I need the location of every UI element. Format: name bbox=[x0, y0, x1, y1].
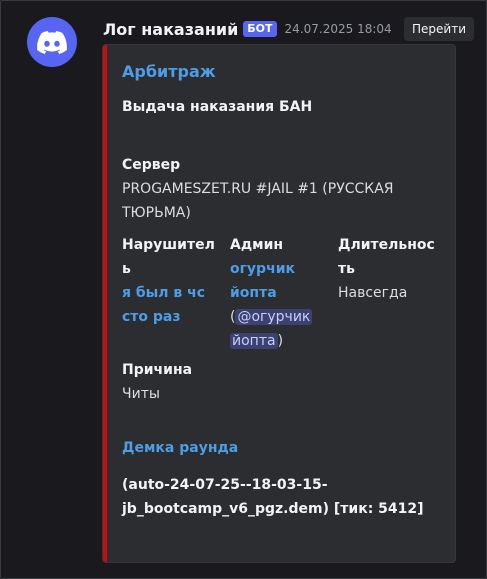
demo-filename: (auto-24-07-25--18-03-15- jb_bootcamp_v6… bbox=[122, 473, 432, 521]
admin-link-line1[interactable]: огурчик bbox=[230, 257, 330, 281]
field-server: Сервер PROGAMESZET.RU #JAIL #1 (РУССКАЯ … bbox=[122, 153, 442, 225]
demo-filename-line2: jb_bootcamp_v6_pgz.dem) [тик: 5412] bbox=[122, 501, 424, 517]
field-duration-name-line2: ть bbox=[338, 261, 355, 277]
admin-mention-line1[interactable]: @огурчик bbox=[235, 309, 313, 325]
field-admin: Админ огурчик йопта (@огурчик йопта) bbox=[230, 233, 330, 353]
field-reason-value: Читы bbox=[122, 386, 160, 402]
embed-accent-bar bbox=[103, 45, 107, 562]
message-header: Лог наказаний БОТ 24.07.2025 18:04 bbox=[103, 17, 392, 41]
field-reason: Причина Читы bbox=[122, 358, 322, 406]
offender-link-line2[interactable]: сто раз bbox=[122, 305, 222, 329]
field-offender-name-line2: ь bbox=[122, 261, 131, 277]
embed-title: Выдача наказания БАН bbox=[122, 99, 313, 115]
admin-mention-row-1: (@огурчик bbox=[230, 309, 313, 325]
field-offender-name-line1: Нарушител bbox=[122, 237, 215, 253]
field-reason-name: Причина bbox=[122, 362, 193, 378]
field-server-name: Сервер bbox=[122, 157, 181, 173]
admin-link-line2[interactable]: йопта bbox=[230, 281, 330, 305]
embed-card: Арбитраж Выдача наказания БАН Сервер PRO… bbox=[102, 44, 456, 563]
go-button[interactable]: Перейти bbox=[404, 17, 474, 41]
field-duration: Длительнос ть Навсегда bbox=[338, 233, 448, 305]
field-server-value-line2: ТЮРЬМА) bbox=[122, 205, 191, 221]
message-timestamp: 24.07.2025 18:04 bbox=[284, 22, 392, 36]
field-duration-value: Навсегда bbox=[338, 285, 408, 301]
field-admin-name: Админ bbox=[230, 237, 284, 253]
embed-author: Арбитраж bbox=[122, 62, 216, 81]
bot-badge: БОТ bbox=[243, 21, 277, 37]
field-server-value-line1: PROGAMESZET.RU #JAIL #1 (РУССКАЯ bbox=[122, 181, 394, 197]
discord-logo-icon bbox=[37, 30, 67, 54]
field-duration-name-line1: Длительнос bbox=[338, 237, 435, 253]
admin-mention-line2[interactable]: йопта bbox=[230, 333, 278, 349]
demo-filename-line1: (auto-24-07-25--18-03-15- bbox=[122, 477, 328, 493]
offender-link-line1[interactable]: я был в чс bbox=[122, 281, 222, 305]
bot-avatar[interactable] bbox=[27, 17, 77, 67]
admin-mention-row-2: йопта) bbox=[230, 333, 284, 349]
author-name[interactable]: Лог наказаний bbox=[103, 20, 238, 39]
field-offender: Нарушител ь я был в чс сто раз bbox=[122, 233, 222, 329]
demo-link[interactable]: Демка раунда bbox=[122, 440, 238, 456]
